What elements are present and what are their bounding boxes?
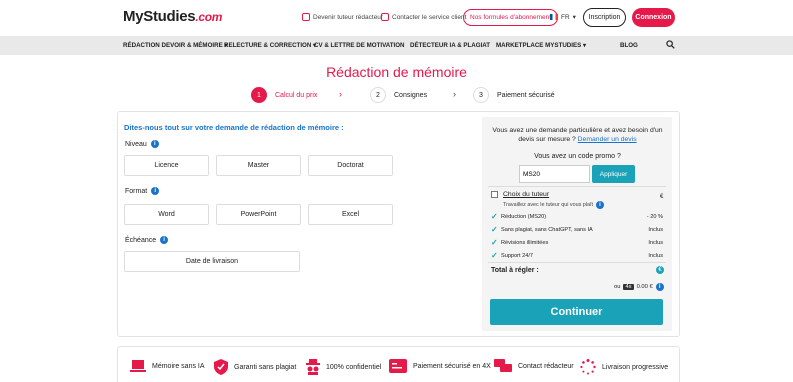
niveau-licence[interactable]: Licence xyxy=(124,155,209,176)
divider xyxy=(488,186,666,187)
apply-promo-button[interactable]: Appliquer xyxy=(592,165,635,183)
nav-item-blog[interactable]: BLOG xyxy=(620,42,638,49)
chat-bubbles-icon xyxy=(494,359,512,372)
pen-icon xyxy=(302,13,310,21)
divider xyxy=(488,262,666,263)
promo-label: Vous avez un code promo ? xyxy=(534,153,621,160)
step-paiement[interactable]: 3 Paiement sécurisé xyxy=(473,87,555,103)
laptop-icon xyxy=(130,360,146,372)
summary-line: ✓ Support 24/7 Inclus xyxy=(491,251,663,260)
page-title: Rédaction de mémoire xyxy=(326,64,467,80)
feature-no-ai: Mémoire sans IA xyxy=(130,359,205,373)
login-button[interactable]: Connexion xyxy=(632,8,675,27)
custom-quote-text: Vous avez une demande particulière et av… xyxy=(492,127,663,143)
check-icon: ✓ xyxy=(491,225,498,234)
logo[interactable]: MyStudies.com xyxy=(123,8,222,25)
pay-4x-badge: 4x xyxy=(623,284,634,290)
credit-card-icon xyxy=(389,359,407,373)
top-bar: MyStudies.com Devenir tuteur rédacteur C… xyxy=(0,0,793,36)
shield-check-icon xyxy=(214,359,228,375)
feature-confidential: 100% confidentiel xyxy=(306,359,381,375)
chat-icon xyxy=(381,13,389,21)
chevron-right-icon: › xyxy=(339,89,342,99)
total-label: Total à régler : xyxy=(491,267,539,274)
chevron-right-icon: › xyxy=(453,89,456,99)
format-excel[interactable]: Excel xyxy=(308,204,393,225)
search-icon[interactable] xyxy=(666,40,675,49)
check-icon: ✓ xyxy=(491,212,498,221)
become-tutor-link[interactable]: Devenir tuteur rédacteur xyxy=(302,13,383,21)
france-flag-icon xyxy=(550,14,558,20)
nav-item-cv[interactable]: CV & LETTRE DE MOTIVATION xyxy=(314,42,405,49)
chevron-down-icon: ▾ xyxy=(572,14,576,21)
info-icon[interactable]: i xyxy=(151,187,160,195)
summary-line: ✓ Sans plagiat, sans ChatGPT, sans IA In… xyxy=(491,225,663,234)
nav-item-marketplace[interactable]: MARKETPLACE MYSTUDIES ▾ xyxy=(496,42,586,49)
step-consignes[interactable]: 2 Consignes xyxy=(370,87,427,103)
pay-4x-info: ou 4x 0.00 € i xyxy=(614,283,664,291)
subscriptions-button[interactable]: Nos formules d'abonnement xyxy=(463,9,559,26)
spy-icon xyxy=(306,359,320,375)
format-powerpoint[interactable]: PowerPoint xyxy=(216,204,301,225)
signup-button[interactable]: Inscription xyxy=(583,8,626,27)
tutor-choice-label[interactable]: Choix du tuteur xyxy=(503,191,549,198)
info-icon[interactable]: i xyxy=(160,236,169,244)
tutor-checkbox[interactable] xyxy=(491,191,498,198)
spinner-icon xyxy=(580,359,596,375)
nav-item-relecture[interactable]: RELECTURE & CORRECTION ▾ xyxy=(224,42,316,49)
summary-line: ✓ Réduction (MS20) - 20 % xyxy=(491,212,663,221)
tutor-price: € xyxy=(660,194,664,200)
form-heading: Dites-nous tout sur votre demande de réd… xyxy=(124,123,344,132)
promo-code-input[interactable] xyxy=(519,165,590,183)
feature-contact-writer: Contact rédacteur xyxy=(494,359,574,373)
info-icon[interactable]: i xyxy=(596,201,604,209)
niveau-doctorat[interactable]: Doctorat xyxy=(308,155,393,176)
delivery-date-button[interactable]: Date de livraison xyxy=(124,251,300,272)
feature-secure-payment: Paiement sécurisé en 4X xyxy=(389,359,491,373)
niveau-section: Niveau i xyxy=(125,140,159,148)
total-value: € xyxy=(656,266,664,274)
format-word[interactable]: Word xyxy=(124,204,209,225)
nav-item-redaction[interactable]: RÉDACTION DEVOIR & MÉMOIRE ▾ xyxy=(123,42,228,49)
check-icon: ✓ xyxy=(491,238,498,247)
format-section: Format i xyxy=(125,187,160,195)
summary-line: ✓ Révisions illimitées Inclus xyxy=(491,238,663,247)
tutor-choice-subtext: Travaillez avec le tuteur qui vous plaît… xyxy=(503,201,604,209)
custom-quote-link[interactable]: Demander un devis xyxy=(578,136,637,143)
contact-link[interactable]: Contacter le service client xyxy=(381,13,466,21)
niveau-master[interactable]: Master xyxy=(216,155,301,176)
feature-progressive-delivery: Livraison progressive xyxy=(580,359,668,375)
feature-no-plagiarism: Garanti sans plagiat xyxy=(214,359,296,375)
language-selector[interactable]: FR ▾ xyxy=(550,13,576,21)
echeance-section: Échéance i xyxy=(125,236,169,244)
info-icon[interactable]: i xyxy=(150,140,159,148)
info-icon[interactable]: i xyxy=(655,283,664,291)
continue-button[interactable]: Continuer xyxy=(490,299,663,325)
nav-item-detecteur[interactable]: DÉTECTEUR IA & PLAGIAT xyxy=(410,42,490,49)
check-icon: ✓ xyxy=(491,251,498,260)
step-price[interactable]: 1 Calcul du prix xyxy=(251,87,317,103)
